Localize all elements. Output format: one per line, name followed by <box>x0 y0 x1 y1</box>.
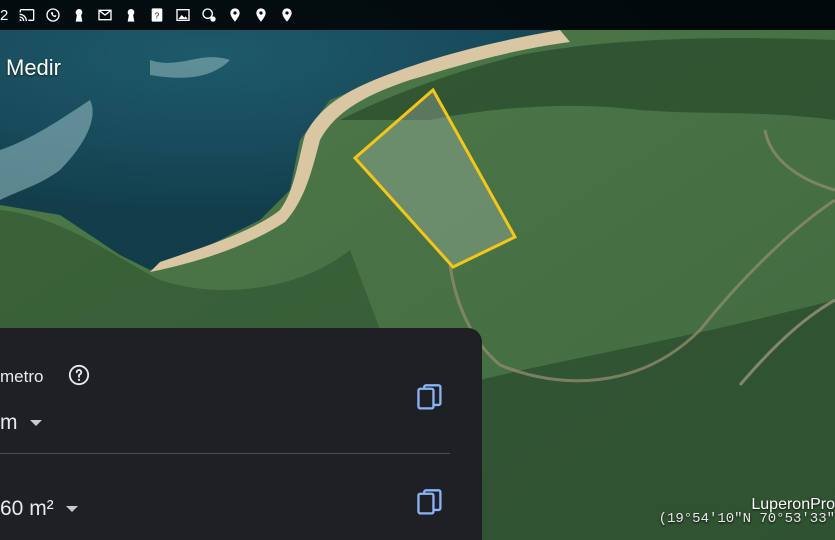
area-unit-dropdown[interactable]: 60 m² <box>0 497 78 521</box>
help-icon[interactable] <box>68 364 90 386</box>
area-value: 60 m² <box>0 497 54 520</box>
image-icon <box>174 6 192 24</box>
copy-perimeter-button[interactable] <box>416 383 444 413</box>
status-text: 2 <box>0 6 9 24</box>
page-title: Medir <box>6 55 62 80</box>
location-pin-icon <box>252 6 270 24</box>
chevron-down-icon <box>29 420 42 426</box>
perimeter-unit-dropdown[interactable]: m <box>0 411 42 435</box>
perimeter-value: m <box>0 411 18 434</box>
location-pin-icon <box>226 6 244 24</box>
help-box-icon: ? <box>148 6 166 24</box>
cast-icon <box>18 6 36 24</box>
copy-area-button[interactable] <box>416 488 444 518</box>
status-bar: 2 ? <box>0 0 835 30</box>
keyhole-icon <box>70 6 88 24</box>
mail-icon <box>96 6 114 24</box>
whatsapp-icon <box>44 6 62 24</box>
perimeter-label: metro <box>0 367 44 386</box>
coordinates-readout: (19°54'10"N 70°53'33" <box>658 511 835 527</box>
keyhole-icon <box>122 6 140 24</box>
svg-text:?: ? <box>155 11 160 20</box>
chevron-down-icon <box>65 506 78 512</box>
location-settings-icon <box>200 6 218 24</box>
location-pin-icon <box>278 6 296 24</box>
divider <box>0 453 450 454</box>
